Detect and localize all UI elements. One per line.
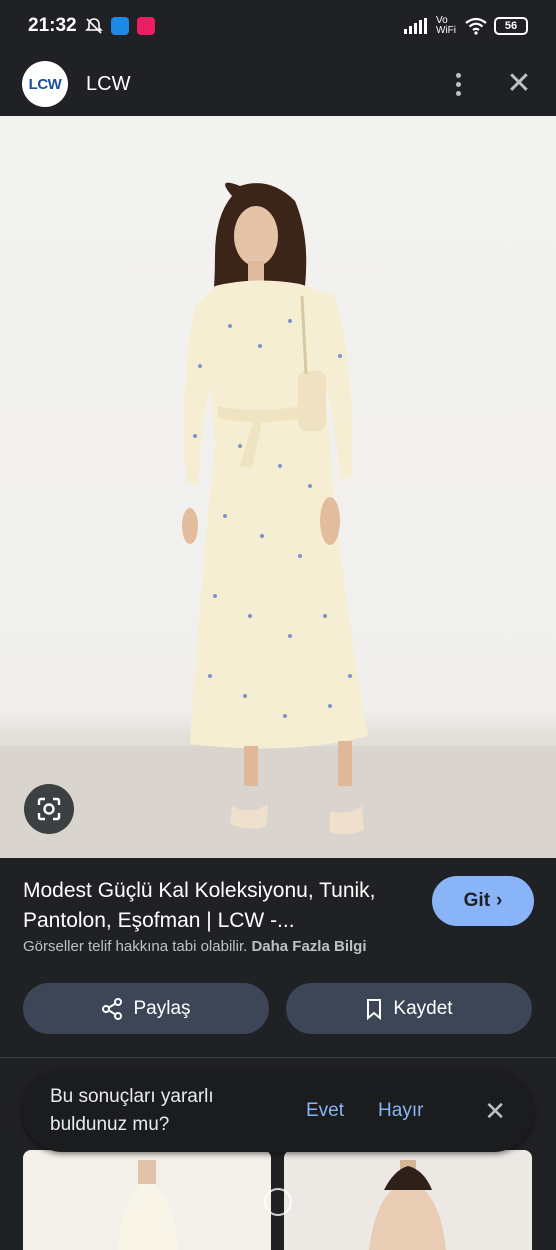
related-image[interactable] [23,1150,271,1250]
site-logo[interactable]: LCW [22,61,68,107]
page-title[interactable]: Modest Güçlü Kal Koleksiyonu, Tunik, Pan… [23,876,413,936]
visit-button[interactable]: Git › [432,876,534,926]
header-actions: ✕ [448,69,534,99]
share-icon [102,997,123,1020]
feedback-prompt: Bu sonuçları yararlı buldunuz mu? Evet H… [22,1070,534,1152]
model-illustration [182,182,368,835]
battery-icon: 56 [494,17,528,35]
signal-icon [404,18,427,34]
related-image[interactable] [284,1150,532,1250]
bookmark-icon [367,998,382,1020]
result-header: LCW LCW ✕ [0,52,556,116]
site-name: LCW [86,72,131,95]
share-button[interactable]: Paylaş [23,983,269,1034]
product-image[interactable] [0,116,556,858]
copyright-notice: Görseller telif hakkına tabi olabilir. D… [23,938,366,955]
status-time: 21:32 [28,15,77,36]
feedback-yes-button[interactable]: Evet [306,1100,344,1122]
feedback-question: Bu sonuçları yararlı buldunuz mu? [50,1086,214,1135]
battery-level: 56 [504,20,518,32]
more-info-link[interactable]: Daha Fazla Bilgi [251,938,366,955]
site-logo-text: LCW [28,75,62,93]
wifi-icon [465,17,487,35]
visit-label: Git [463,890,491,911]
related-thumbnail-illustration [118,1160,178,1250]
vowifi-label: Vo WiFi [436,15,456,36]
pink-app-icon [136,17,155,35]
feedback-no-button[interactable]: Hayır [378,1100,423,1122]
lens-icon [37,797,61,821]
chevron-right-icon: › [496,890,503,911]
result-info: Modest Güçlü Kal Koleksiyonu, Tunik, Pan… [0,858,556,1058]
related-thumbnail-illustration [369,1160,446,1250]
home-gesture-indicator[interactable] [264,1188,292,1216]
close-icon[interactable]: ✕ [484,1096,506,1127]
status-bar: 21:32 Vo WiFi 56 [0,0,556,52]
copyright-text: Görseller telif hakkına tabi olabilir. [23,938,248,955]
save-label: Kaydet [393,997,453,1019]
save-button[interactable]: Kaydet [286,983,532,1034]
blue-app-icon [110,17,129,35]
close-icon[interactable]: ✕ [504,69,534,99]
status-left: 21:32 [28,15,155,37]
lens-search-button[interactable] [24,784,74,834]
more-options-icon[interactable] [448,72,468,96]
mute-bell-icon [84,18,103,34]
status-right: Vo WiFi 56 [404,16,528,36]
share-label: Paylaş [133,997,191,1019]
